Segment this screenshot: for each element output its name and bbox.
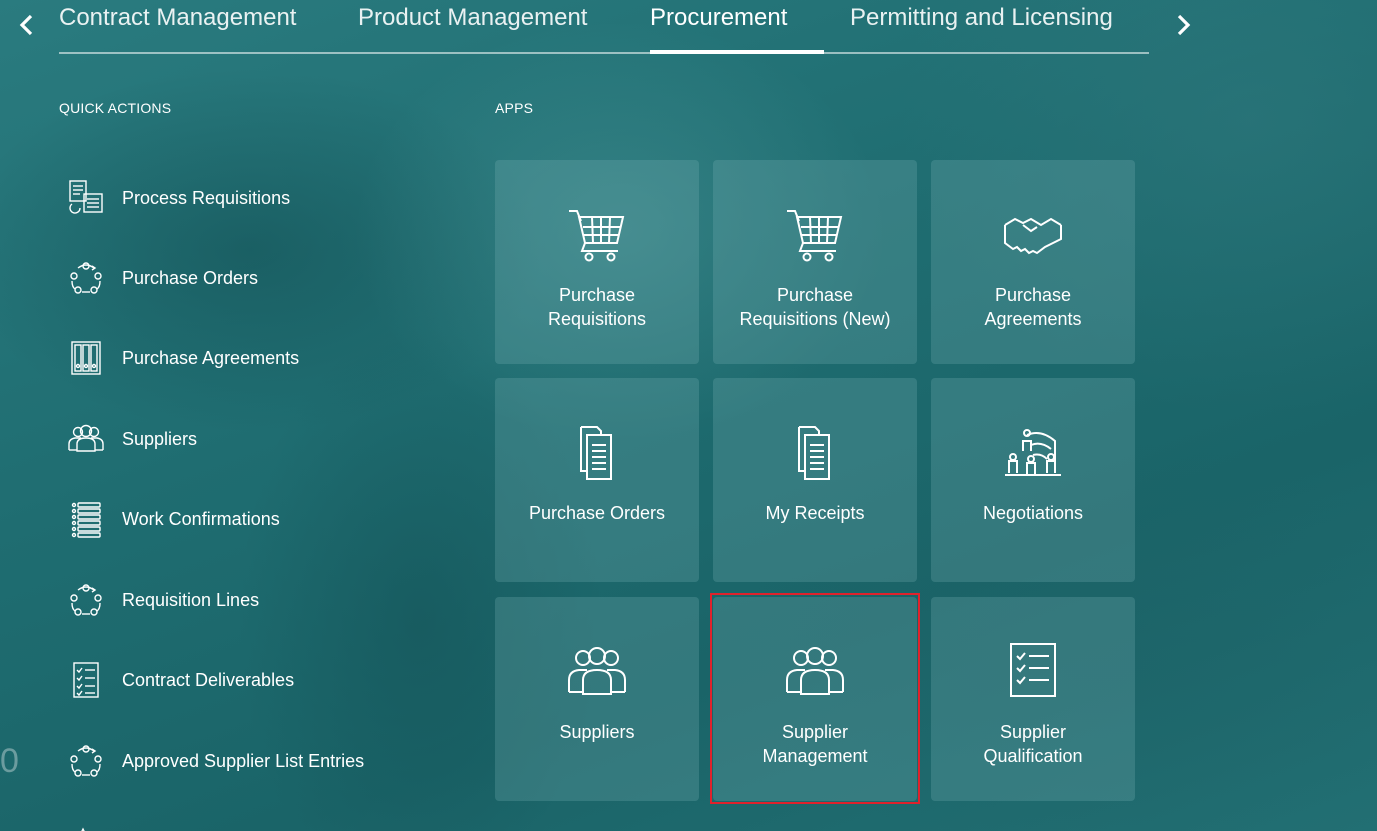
- quick-action-label: Approved Supplier List Entries: [122, 750, 365, 771]
- active-tab-indicator: [650, 50, 824, 54]
- app-tile-purchase-orders[interactable]: Purchase Orders: [495, 378, 699, 582]
- handshake-icon: [931, 200, 1135, 270]
- quick-action-requisition-lines[interactable]: Requisition Lines: [66, 578, 259, 622]
- list-icon: [66, 499, 106, 539]
- app-tile-label: Purchase Requisitions (New): [739, 285, 891, 329]
- process-requisitions-icon: [66, 178, 106, 218]
- documents-icon: [495, 418, 699, 488]
- shopping-cart-icon: [495, 200, 699, 270]
- background-mark: 0: [0, 742, 19, 780]
- quick-action-process-requisitions[interactable]: Process Requisitions: [66, 176, 290, 220]
- app-tile-label: Purchase Requisitions: [547, 285, 647, 329]
- tabs-divider: [59, 52, 1149, 54]
- quick-actions-title: QUICK ACTIONS: [59, 100, 172, 116]
- app-tile-label: My Receipts: [765, 503, 865, 523]
- quick-action-label: Contract Deliverables: [122, 669, 295, 690]
- cycle-people-icon: [66, 741, 106, 781]
- app-tile-supplier-qualification[interactable]: Supplier Qualification: [931, 597, 1135, 801]
- people-group-icon: [66, 419, 106, 459]
- negotiations-icon: [931, 418, 1135, 488]
- tab-permitting-and-licensing[interactable]: Permitting and Licensing: [850, 2, 1113, 34]
- tab-procurement[interactable]: Procurement: [650, 2, 787, 34]
- chevron-left-icon[interactable]: [12, 10, 42, 40]
- checklist-icon: [931, 637, 1135, 707]
- people-group-icon: [713, 637, 917, 707]
- app-tile-suppliers[interactable]: Suppliers: [495, 597, 699, 801]
- quick-action-label: Work Confirmations: [122, 508, 280, 529]
- quick-action-label: Requisition Lines: [122, 589, 260, 610]
- quick-action-suppliers[interactable]: Suppliers: [66, 417, 197, 461]
- app-tile-purchase-requisitions-new[interactable]: Purchase Requisitions (New): [713, 160, 917, 364]
- app-tile-purchase-requisitions[interactable]: Purchase Requisitions: [495, 160, 699, 364]
- binders-icon: [66, 338, 106, 378]
- chevron-right-icon[interactable]: [1168, 10, 1198, 40]
- app-tile-label: Negotiations: [982, 503, 1084, 523]
- tab-contract-management[interactable]: Contract Management: [59, 2, 296, 34]
- shopping-cart-icon: [713, 200, 917, 270]
- quick-action-label: Process Requisitions: [122, 187, 291, 208]
- app-tile-label: Suppliers: [559, 722, 635, 742]
- partial-icon: [76, 822, 90, 831]
- tab-product-management[interactable]: Product Management: [358, 2, 587, 34]
- quick-action-approved-supplier-list-entries[interactable]: Approved Supplier List Entries: [66, 739, 364, 783]
- app-tile-label: Supplier Qualification: [983, 722, 1083, 766]
- people-group-icon: [495, 637, 699, 707]
- app-tile-label: Purchase Agreements: [984, 285, 1082, 329]
- quick-action-work-confirmations[interactable]: Work Confirmations: [66, 497, 280, 541]
- cycle-people-icon: [66, 580, 106, 620]
- quick-action-label: Purchase Agreements: [122, 347, 300, 368]
- app-tile-label: Supplier Management: [762, 722, 868, 766]
- app-tile-my-receipts[interactable]: My Receipts: [713, 378, 917, 582]
- quick-action-label: Purchase Orders: [122, 267, 259, 288]
- documents-icon: [713, 418, 917, 488]
- quick-action-label: Suppliers: [122, 428, 198, 449]
- app-tile-label: Purchase Orders: [528, 503, 666, 523]
- app-tile-negotiations[interactable]: Negotiations: [931, 378, 1135, 582]
- quick-action-purchase-agreements[interactable]: Purchase Agreements: [66, 336, 299, 380]
- springboard-nav: Contract Management Product Management P…: [0, 0, 1377, 60]
- app-tile-purchase-agreements[interactable]: Purchase Agreements: [931, 160, 1135, 364]
- quick-action-purchase-orders[interactable]: Purchase Orders: [66, 256, 258, 300]
- app-tile-supplier-management[interactable]: Supplier Management: [713, 597, 917, 801]
- cycle-people-icon: [66, 258, 106, 298]
- quick-action-contract-deliverables[interactable]: Contract Deliverables: [66, 658, 294, 702]
- checklist-icon: [66, 660, 106, 700]
- apps-title: APPS: [495, 100, 534, 116]
